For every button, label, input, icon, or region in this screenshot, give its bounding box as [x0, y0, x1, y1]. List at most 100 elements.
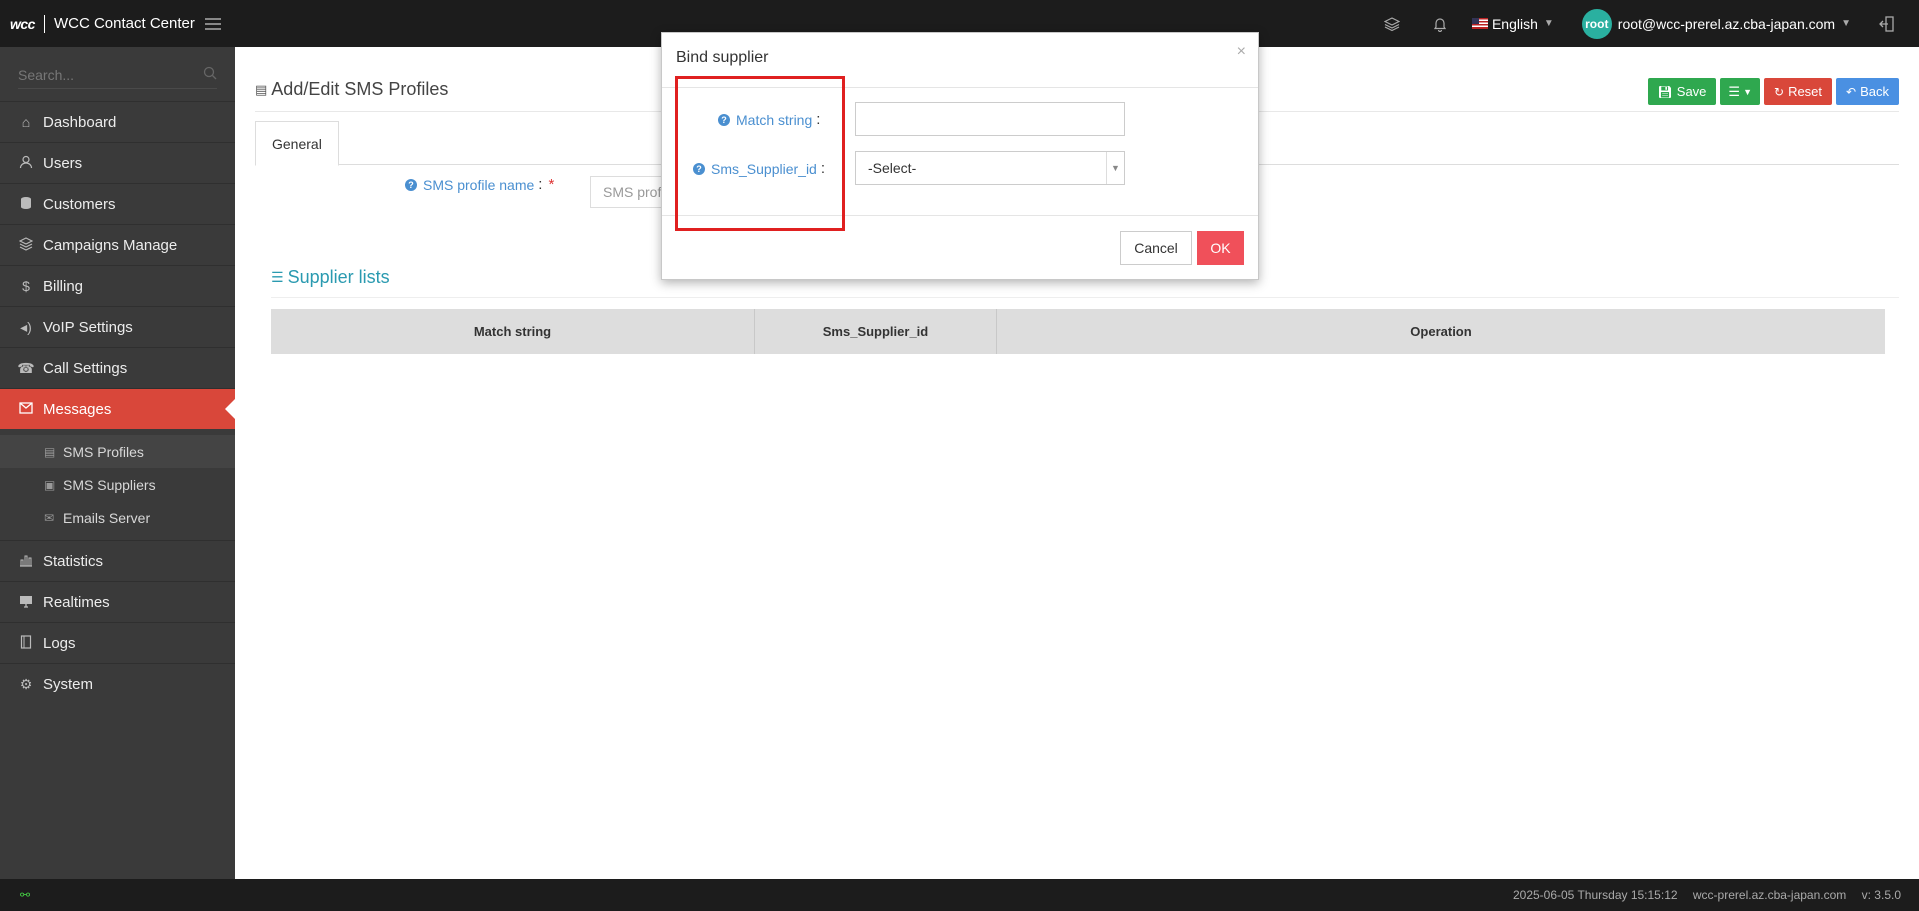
sidebar-item-users[interactable]: Users — [0, 142, 235, 183]
match-string-input[interactable] — [855, 102, 1125, 136]
column-header[interactable]: Match string — [271, 309, 755, 354]
dollar-icon: $ — [22, 278, 30, 294]
envelope-icon — [17, 401, 35, 417]
chevron-down-icon: ▼ — [1841, 18, 1851, 29]
page-title: ▤ Add/Edit SMS Profiles — [255, 79, 448, 100]
chevron-down-icon: ▼ — [1743, 86, 1752, 97]
supplier-id-select[interactable]: -Select- ▼ — [855, 151, 1125, 185]
required-marker: * — [548, 176, 555, 193]
hamburger-menu-icon[interactable] — [204, 17, 221, 30]
layers-icon[interactable] — [1382, 14, 1402, 34]
logout-icon[interactable] — [1877, 14, 1897, 34]
sidebar-item-customers[interactable]: Customers — [0, 183, 235, 224]
back-button[interactable]: ↶ Back — [1836, 78, 1899, 105]
sidebar-subitem-sms-profiles[interactable]: ▤ SMS Profiles — [0, 435, 235, 468]
brand-logo: wcc — [10, 15, 35, 32]
page-title-text: Add/Edit SMS Profiles — [271, 79, 449, 99]
language-selector[interactable]: English ▼ — [1471, 15, 1554, 32]
colon: : — [538, 176, 543, 193]
footer-host: wcc-prerel.az.cba-japan.com — [1692, 888, 1847, 902]
footer: ⚯ 2025-06-05 Thursday 15:15:12 wcc-prere… — [0, 879, 1919, 911]
section-title-text: Supplier lists — [287, 267, 390, 287]
gear-icon: ⚙ — [19, 675, 33, 692]
ok-button[interactable]: OK — [1197, 231, 1244, 265]
user-menu[interactable]: root root@wcc-prerel.az.cba-japan.com ▼ — [1581, 8, 1851, 39]
label-text: SMS profile name — [423, 176, 535, 193]
annotation-highlight-box — [675, 76, 845, 231]
sidebar-subitem-label: SMS Profiles — [63, 443, 144, 460]
sidebar-item-label: Billing — [43, 277, 84, 295]
bar-chart-icon — [17, 553, 35, 570]
sms-profile-name-label: ? SMS profile name : * — [405, 176, 554, 193]
file-icon: ▤ — [44, 444, 56, 459]
modal-title: Bind supplier — [676, 49, 769, 66]
save-button[interactable]: 💾︎ Save — [1647, 78, 1717, 105]
footer-datetime: 2025-06-05 Thursday 15:15:12 — [1512, 888, 1678, 902]
close-icon[interactable]: × — [1237, 43, 1246, 61]
language-label: English — [1491, 15, 1538, 32]
floppy-icon: 💾︎ — [1657, 84, 1673, 99]
sidebar-item-label: Logs — [43, 634, 76, 652]
sidebar-item-statistics[interactable]: Statistics — [0, 540, 235, 581]
us-flag-icon — [1471, 18, 1488, 29]
bell-icon[interactable] — [1430, 14, 1450, 34]
link-icon[interactable]: ⚯ — [20, 888, 30, 902]
sidebar: Search... ⌂ Dashboard Users Customers Ca… — [0, 47, 235, 879]
column-header[interactable]: Operation — [997, 309, 1885, 354]
tab-general[interactable]: General — [255, 121, 339, 166]
messages-submenu: ▤ SMS Profiles ▣ SMS Suppliers ✉ Emails … — [0, 429, 235, 540]
brand[interactable]: wcc WCC Contact Center — [0, 0, 221, 47]
divider — [271, 297, 1899, 298]
sidebar-item-label: Statistics — [43, 552, 104, 570]
sidebar-item-label: Call Settings — [43, 359, 128, 377]
search-icon[interactable] — [203, 66, 217, 83]
book-icon — [17, 634, 35, 652]
sidebar-item-label: Dashboard — [43, 113, 117, 131]
brand-separator — [43, 14, 45, 33]
sidebar-subitem-label: SMS Suppliers — [63, 476, 156, 493]
sidebar-item-label: Users — [43, 154, 83, 172]
section-title: ☰ Supplier lists — [271, 267, 390, 288]
sidebar-item-dashboard[interactable]: ⌂ Dashboard — [0, 101, 235, 142]
supplier-table-header: Match string Sms_Supplier_id Operation — [271, 309, 1885, 354]
sidebar-search[interactable]: Search... — [18, 61, 217, 89]
sidebar-item-label: Messages — [43, 400, 112, 418]
toolbar: 💾︎ Save ☰ ▼ ↻ Reset ↶ Back — [1647, 78, 1899, 105]
sidebar-subitem-emails-server[interactable]: ✉ Emails Server — [0, 501, 235, 534]
field-label: ? SMS profile name — [405, 177, 534, 193]
home-icon: ⌂ — [21, 114, 31, 130]
sidebar-item-billing[interactable]: $ Billing — [0, 265, 235, 306]
list-icon: ☰ — [1728, 83, 1741, 99]
chevron-down-icon: ▼ — [1543, 18, 1554, 29]
sidebar-item-voip[interactable]: ◂) VoIP Settings — [0, 306, 235, 347]
briefcase-icon: ▣ — [44, 477, 56, 492]
list-icon: ☰ — [271, 269, 284, 285]
mail-icon: ✉ — [44, 510, 55, 525]
list-dropdown-button[interactable]: ☰ ▼ — [1720, 78, 1760, 105]
sidebar-item-label: System — [43, 675, 94, 693]
sidebar-item-realtimes[interactable]: Realtimes — [0, 581, 235, 622]
reply-icon: ↶ — [1846, 84, 1857, 99]
sidebar-item-label: Customers — [43, 195, 116, 213]
footer-version: v: 3.5.0 — [1861, 888, 1901, 902]
sidebar-subitem-sms-suppliers[interactable]: ▣ SMS Suppliers — [0, 468, 235, 501]
sidebar-item-label: Realtimes — [43, 593, 110, 611]
cancel-button[interactable]: Cancel — [1120, 231, 1192, 265]
back-label: Back — [1860, 84, 1889, 99]
sidebar-item-campaigns[interactable]: Campaigns Manage — [0, 224, 235, 265]
monitor-icon — [17, 594, 35, 611]
sidebar-item-messages[interactable]: Messages — [0, 388, 235, 429]
database-icon — [17, 196, 35, 213]
save-label: Save — [1676, 84, 1707, 99]
sidebar-item-call-settings[interactable]: ☎ Call Settings — [0, 347, 235, 388]
chevron-down-icon[interactable]: ▼ — [1106, 152, 1124, 184]
column-header[interactable]: Sms_Supplier_id — [755, 309, 997, 354]
search-input[interactable]: Search... — [18, 67, 74, 83]
sidebar-item-system[interactable]: ⚙ System — [0, 663, 235, 704]
help-icon[interactable]: ? — [405, 178, 417, 191]
sidebar-item-label: VoIP Settings — [43, 318, 133, 336]
sidebar-item-logs[interactable]: Logs — [0, 622, 235, 663]
reset-button[interactable]: ↻ Reset — [1764, 78, 1833, 105]
sidebar-item-label: Campaigns Manage — [43, 236, 178, 254]
file-edit-icon: ▤ — [255, 81, 268, 97]
